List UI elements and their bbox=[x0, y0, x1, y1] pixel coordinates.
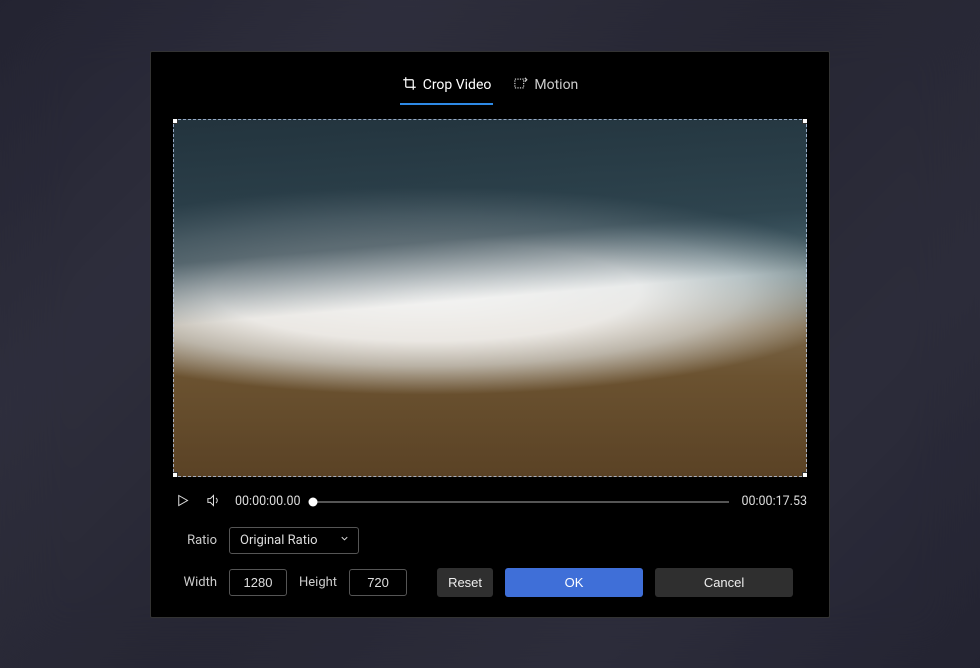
dimensions-row: Width Height Reset OK Cancel bbox=[173, 568, 807, 597]
width-input[interactable] bbox=[229, 569, 287, 596]
video-preview[interactable] bbox=[173, 119, 807, 477]
tab-label: Motion bbox=[534, 77, 578, 93]
duration-time: 00:00:17.53 bbox=[741, 494, 807, 509]
height-input[interactable] bbox=[349, 569, 407, 596]
playback-controls: 00:00:00.00 00:00:17.53 bbox=[173, 491, 807, 513]
crop-handle-top-right[interactable] bbox=[802, 119, 807, 124]
volume-icon bbox=[206, 493, 221, 511]
crop-handle-top-left[interactable] bbox=[173, 119, 178, 124]
ratio-select[interactable]: Original Ratio bbox=[229, 527, 359, 554]
tab-motion[interactable]: Motion bbox=[511, 70, 580, 105]
crop-icon bbox=[402, 76, 417, 95]
ratio-label: Ratio bbox=[173, 533, 217, 548]
timeline-thumb[interactable] bbox=[308, 497, 317, 506]
tabs: Crop Video Motion bbox=[173, 70, 807, 105]
tab-label: Crop Video bbox=[423, 77, 492, 93]
ok-button[interactable]: OK bbox=[505, 568, 643, 597]
cancel-button[interactable]: Cancel bbox=[655, 568, 793, 597]
chevron-down-icon bbox=[339, 533, 350, 548]
crop-handle-bottom-right[interactable] bbox=[802, 472, 807, 477]
tab-crop-video[interactable]: Crop Video bbox=[400, 70, 494, 105]
volume-button[interactable] bbox=[204, 491, 223, 513]
play-icon bbox=[175, 493, 190, 511]
crop-handle-bottom-left[interactable] bbox=[173, 472, 178, 477]
ratio-row: Ratio Original Ratio bbox=[173, 527, 807, 554]
width-label: Width bbox=[173, 575, 217, 590]
play-button[interactable] bbox=[173, 491, 192, 513]
ratio-selected: Original Ratio bbox=[240, 533, 318, 548]
motion-icon bbox=[513, 76, 528, 95]
height-label: Height bbox=[299, 575, 337, 590]
reset-button[interactable]: Reset bbox=[437, 568, 493, 597]
current-time: 00:00:00.00 bbox=[235, 494, 301, 509]
timeline-scrubber[interactable] bbox=[313, 501, 730, 503]
video-frame bbox=[173, 119, 807, 477]
crop-video-dialog: Crop Video Motion 00:00:00.00 bbox=[150, 51, 830, 618]
